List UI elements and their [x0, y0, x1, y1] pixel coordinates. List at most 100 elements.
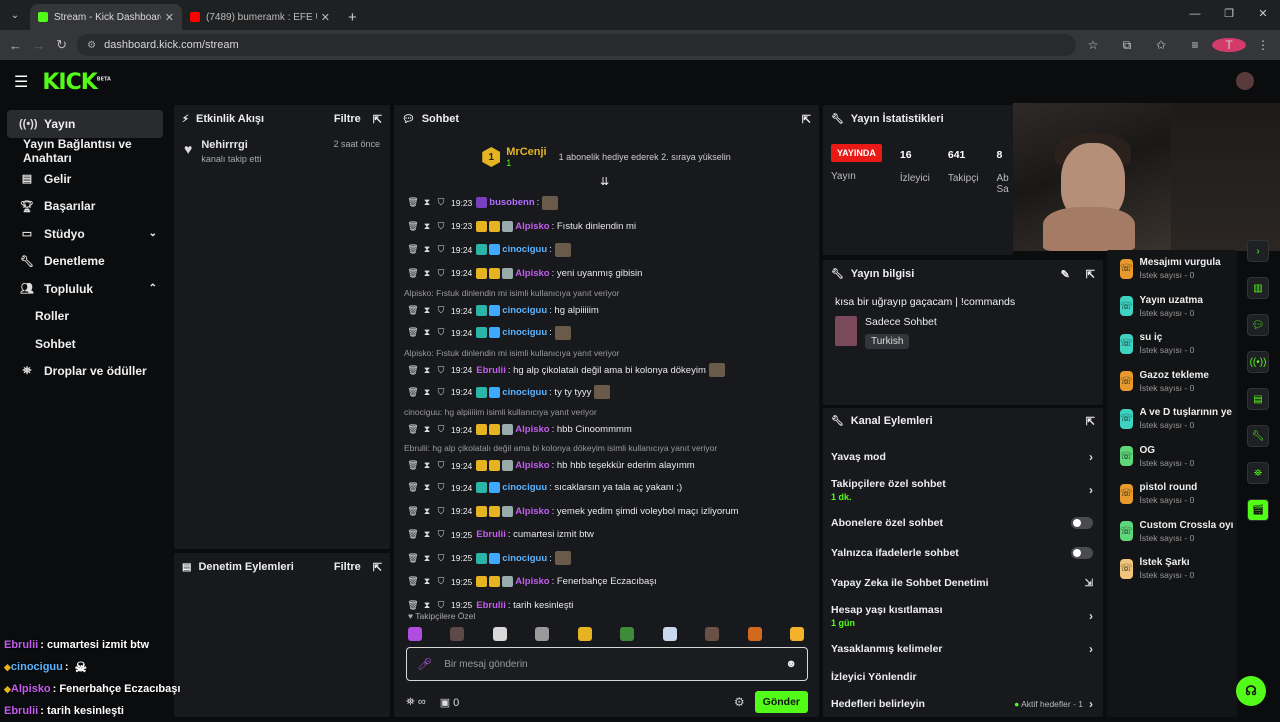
tab-search-chevron-icon[interactable]: ⌄ [2, 2, 28, 28]
emote-button[interactable] [662, 627, 677, 641]
delete-icon[interactable]: 🗑︎ [406, 327, 420, 338]
filter-button[interactable]: Filtre [334, 113, 361, 125]
chevron-right-icon[interactable]: › [1089, 642, 1093, 656]
extensions-icon[interactable]: ⧉ [1110, 38, 1144, 53]
emote-button[interactable] [577, 627, 592, 641]
channel-action-row[interactable]: Hesap yaşı kısıtlaması 1 gün › [823, 598, 1103, 634]
timeout-icon[interactable]: ⧗ [420, 553, 434, 564]
channel-action-row[interactable]: Yalnızca ifadelerle sohbet [823, 538, 1103, 568]
rail-arrow-icon[interactable]: › [1247, 240, 1269, 262]
scroll-down-icon[interactable]: ⇊ [600, 175, 609, 188]
delete-icon[interactable]: 🗑︎ [406, 244, 420, 255]
sidebar-item-basarilar[interactable]: 🏆︎ Başarılar [7, 193, 163, 221]
chat-settings-gear-icon[interactable]: ⚙ [734, 695, 745, 709]
rail-layout-icon[interactable]: ▤ [1247, 388, 1269, 410]
chat-username[interactable]: Ebrulii [476, 529, 506, 540]
delete-icon[interactable]: 🗑︎ [406, 197, 420, 208]
emote-button[interactable] [408, 627, 422, 641]
delete-icon[interactable]: 🗑︎ [406, 460, 420, 471]
ban-icon[interactable]: ⛉ [434, 424, 448, 435]
chat-username[interactable]: busobenn [489, 197, 534, 208]
emote-button[interactable] [450, 627, 465, 641]
delete-icon[interactable]: 🗑︎ [406, 221, 420, 232]
rail-chat-icon[interactable]: 💬︎ [1247, 314, 1269, 336]
timeout-icon[interactable]: ⧗ [420, 506, 434, 517]
timeout-icon[interactable]: ⧗ [420, 460, 434, 471]
ban-icon[interactable]: ⛉ [434, 221, 448, 232]
send-button[interactable]: Gönder [754, 691, 808, 713]
delete-icon[interactable]: 🗑︎ [406, 365, 420, 376]
popout-icon[interactable]: ⇱ [802, 113, 811, 126]
delete-icon[interactable]: 🗑︎ [406, 600, 420, 611]
bookmark-star-icon[interactable]: ☆ [1076, 38, 1110, 52]
timeout-icon[interactable]: ⧗ [420, 221, 434, 232]
ban-icon[interactable]: ⛉ [434, 365, 448, 376]
chat-username[interactable]: Alpisko [515, 221, 549, 232]
chat-message-input[interactable]: 🎤︎ Bir mesaj gönderin ☻ [406, 647, 808, 681]
toggle-switch[interactable] [1071, 517, 1093, 529]
chat-username[interactable]: cinociguu [502, 553, 547, 564]
timeout-icon[interactable]: ⧗ [420, 268, 434, 279]
activity-user[interactable]: Nehirrrgi [201, 139, 261, 151]
chat-username[interactable]: Ebrulii [476, 600, 506, 611]
timeout-icon[interactable]: ⧗ [420, 482, 434, 493]
delete-icon[interactable]: 🗑︎ [406, 387, 420, 398]
filter-button[interactable]: Filtre [334, 561, 361, 573]
media-control-icon[interactable]: ≡ [1178, 38, 1212, 52]
points-infinity[interactable]: ⛯ ∞ [406, 696, 426, 709]
kick-logo[interactable]: KICKBETA [42, 70, 111, 95]
sidebar-item-studyo[interactable]: ▭ Stüdyo ⌄ [7, 220, 163, 248]
ban-icon[interactable]: ⛉ [434, 460, 448, 471]
reward-item[interactable]: ☏ Mesajımı vurgula İstek sayısı - 0 [1120, 250, 1237, 288]
rail-drops-icon[interactable]: ⛯ [1247, 462, 1269, 484]
reward-item[interactable]: ☏ pistol round İstek sayısı - 0 [1120, 475, 1237, 513]
rail-wrench-icon[interactable]: 🔧︎ [1247, 425, 1269, 447]
chat-username[interactable]: cinociguu [502, 387, 547, 398]
emote-button[interactable] [747, 627, 762, 641]
reward-item[interactable]: ☏ OG İstek sayısı - 0 [1120, 438, 1237, 476]
delete-icon[interactable]: 🗑︎ [406, 268, 420, 279]
chat-username[interactable]: Ebrulii [476, 365, 506, 376]
ban-icon[interactable]: ⛉ [434, 305, 448, 316]
ban-icon[interactable]: ⛉ [434, 529, 448, 540]
reward-item[interactable]: ☏ Gazoz tekleme İstek sayısı - 0 [1120, 363, 1237, 401]
chat-username[interactable]: Alpisko [515, 576, 549, 587]
delete-icon[interactable]: 🗑︎ [406, 482, 420, 493]
delete-icon[interactable]: 🗑︎ [406, 305, 420, 316]
timeout-icon[interactable]: ⧗ [420, 600, 434, 611]
sidebar-item-gelir[interactable]: ▤ Gelir [7, 165, 163, 193]
reward-item[interactable]: ☏ Yayın uzatma İstek sayısı - 0 [1120, 288, 1237, 326]
chat-username[interactable]: Alpisko [515, 268, 549, 279]
timeout-icon[interactable]: ⧗ [420, 305, 434, 316]
chat-username[interactable]: cinociguu [502, 327, 547, 338]
gift-counter[interactable]: ▣ 0 [440, 696, 460, 709]
timeout-icon[interactable]: ⧗ [420, 365, 434, 376]
browser-tab-youtube[interactable]: (7489) bumeramk : EFE UYGAC ✕ [182, 4, 338, 30]
browser-tab-kick[interactable]: Stream - Kick Dashboard ✕ [30, 4, 182, 30]
channel-action-row[interactable]: Yapay Zeka ile Sohbet Denetimi ⇲ [823, 568, 1103, 598]
chat-username[interactable]: cinociguu [502, 305, 547, 316]
sidebar-item-topluluk[interactable]: 👥︎ Topluluk ⌃ [7, 275, 163, 303]
chevron-right-icon[interactable]: › [1089, 450, 1093, 464]
emote-button[interactable] [705, 627, 720, 641]
popout-icon[interactable]: ⇱ [373, 561, 382, 574]
reward-item[interactable]: ☏ İstek Şarkı İstek sayısı - 0 [1120, 550, 1237, 588]
ban-icon[interactable]: ⛉ [434, 506, 448, 517]
channel-action-row[interactable]: Abonelere özel sohbet [823, 508, 1103, 538]
timeout-icon[interactable]: ⧗ [420, 244, 434, 255]
hamburger-menu-icon[interactable]: ☰ [14, 72, 28, 92]
minimize-icon[interactable]: — [1178, 0, 1212, 28]
sidebar-item-stream-key[interactable]: Yayın Bağlantısı ve Anahtarı [7, 137, 163, 165]
popout-icon[interactable]: ⇱ [1086, 268, 1095, 281]
emote-button[interactable] [620, 627, 635, 641]
category-name[interactable]: Sadece Sohbet [865, 316, 937, 328]
profile-avatar[interactable]: T [1212, 38, 1247, 52]
new-tab-plus-icon[interactable]: + [348, 9, 357, 26]
chat-username[interactable]: cinociguu [502, 482, 547, 493]
delete-icon[interactable]: 🗑︎ [406, 506, 420, 517]
reward-item[interactable]: ☏ Custom Crossla oyı İstek sayısı - 0 [1120, 513, 1237, 551]
sidebar-item-yayin[interactable]: ((•)) Yayın [7, 110, 163, 138]
ban-icon[interactable]: ⛉ [434, 576, 448, 587]
bookmarks-icon[interactable]: ✩ [1144, 38, 1178, 52]
timeout-icon[interactable]: ⧗ [420, 424, 434, 435]
